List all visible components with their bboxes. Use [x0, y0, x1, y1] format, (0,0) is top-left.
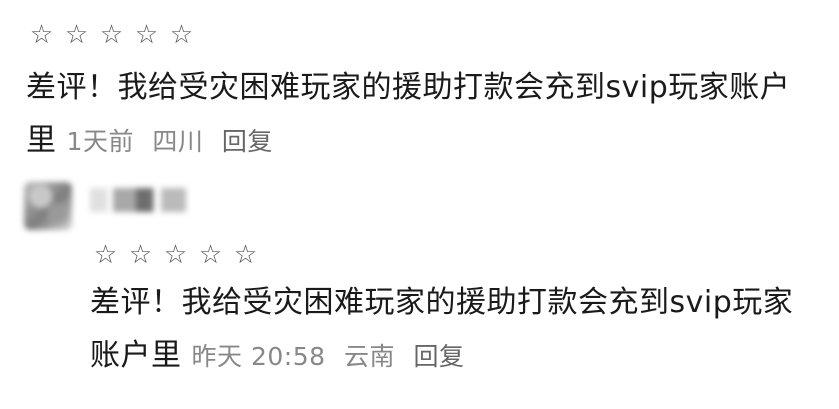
reply-button[interactable]: 回复	[222, 127, 273, 156]
star-empty-icon: ☆	[169, 20, 194, 50]
comment-meta: 昨天 20:58 云南 回复	[192, 342, 465, 371]
star-empty-icon: ☆	[233, 240, 258, 270]
comment-body: 差评！我给受灾困难玩家的援助打款会充到svip玩家账户里 1天前 四川 回复	[26, 61, 816, 168]
star-empty-icon: ☆	[128, 240, 153, 270]
star-empty-icon: ☆	[29, 20, 54, 50]
star-empty-icon: ☆	[134, 20, 159, 50]
comment-location: 云南	[344, 342, 396, 371]
avatar[interactable]	[24, 182, 72, 230]
comment-location: 四川	[152, 127, 204, 156]
reply-button[interactable]: 回复	[413, 342, 464, 371]
comment-meta: 1天前 四川 回复	[67, 127, 273, 156]
rating-stars: ☆ ☆ ☆ ☆ ☆	[92, 242, 259, 268]
star-empty-icon: ☆	[99, 20, 124, 50]
star-empty-icon: ☆	[198, 240, 223, 270]
username-blurred[interactable]	[90, 188, 186, 212]
star-empty-icon: ☆	[93, 240, 118, 270]
comment-time: 1天前	[66, 127, 134, 156]
comment-time: 昨天 20:58	[191, 342, 326, 371]
star-empty-icon: ☆	[163, 240, 188, 270]
star-empty-icon: ☆	[64, 20, 89, 50]
rating-stars: ☆ ☆ ☆ ☆ ☆	[28, 22, 195, 48]
comment-body: 差评！我给受灾困难玩家的援助打款会充到svip玩家账户里 昨天 20:58 云南…	[90, 276, 810, 383]
